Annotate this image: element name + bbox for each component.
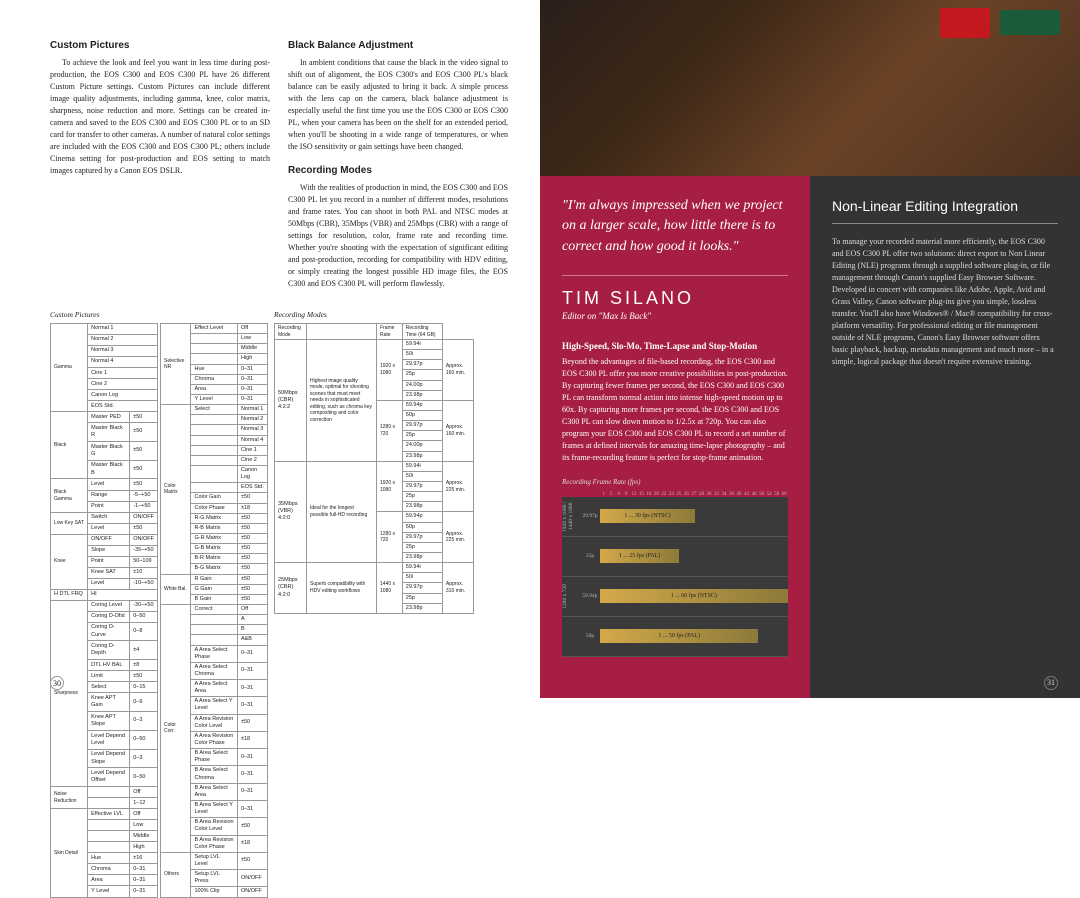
body-rec: With the realities of production in mind… (288, 182, 508, 290)
custom-pictures-table: GammaNormal 1Normal 2Normal 3Normal 4Cin… (50, 323, 270, 898)
page-num-left: 30 (50, 676, 64, 690)
quote-author: TIM SILANO (562, 288, 788, 309)
quote-column: "I'm always impressed when we project on… (540, 176, 810, 698)
tbl1-title: Custom Pictures (50, 310, 270, 319)
heading-black: Black Balance Adjustment (288, 40, 508, 51)
right-page: "I'm always impressed when we project on… (540, 0, 1080, 698)
left-page: Custom Pictures To achieve the look and … (0, 0, 540, 698)
nle-body: To manage your recorded material more ef… (832, 236, 1058, 368)
hispeed-heading: High-Speed, Slo-Mo, Time-Lapse and Stop-… (562, 341, 788, 351)
body-black: In ambient conditions that cause the bla… (288, 57, 508, 153)
hispeed-body: Beyond the advantages of file-based reco… (562, 356, 788, 464)
page-num-right: 31 (1044, 676, 1058, 690)
heading-custom: Custom Pictures (50, 40, 270, 51)
frame-rate-chart: Recording Frame Rate (fps) 1568121518202… (562, 478, 788, 657)
chart-body: 1920 x 1080 / 1440 x 108029.97p1 ... 30 … (562, 497, 788, 657)
spread: Custom Pictures To achieve the look and … (0, 0, 1080, 698)
nle-column: Non-Linear Editing Integration To manage… (810, 176, 1080, 698)
divider (562, 275, 788, 276)
heading-rec: Recording Modes (288, 165, 508, 176)
nle-heading: Non-Linear Editing Integration (832, 196, 1058, 224)
hero-image (540, 0, 1080, 176)
recording-modes-table: Recording ModeFrame RateRecording Time (… (274, 323, 474, 614)
chart-title: Recording Frame Rate (fps) (562, 478, 788, 486)
col-black-rec: Black Balance Adjustment In ambient cond… (288, 40, 508, 290)
col-custom: Custom Pictures To achieve the look and … (50, 40, 270, 290)
tbl2-title: Recording Modes (274, 310, 474, 319)
tables-row: Custom Pictures GammaNormal 1Normal 2Nor… (50, 300, 510, 898)
quote-text: "I'm always impressed when we project on… (562, 196, 788, 257)
body-custom: To achieve the look and feel you want in… (50, 57, 270, 177)
quote-sub: Editor on "Max Is Back" (562, 311, 788, 321)
